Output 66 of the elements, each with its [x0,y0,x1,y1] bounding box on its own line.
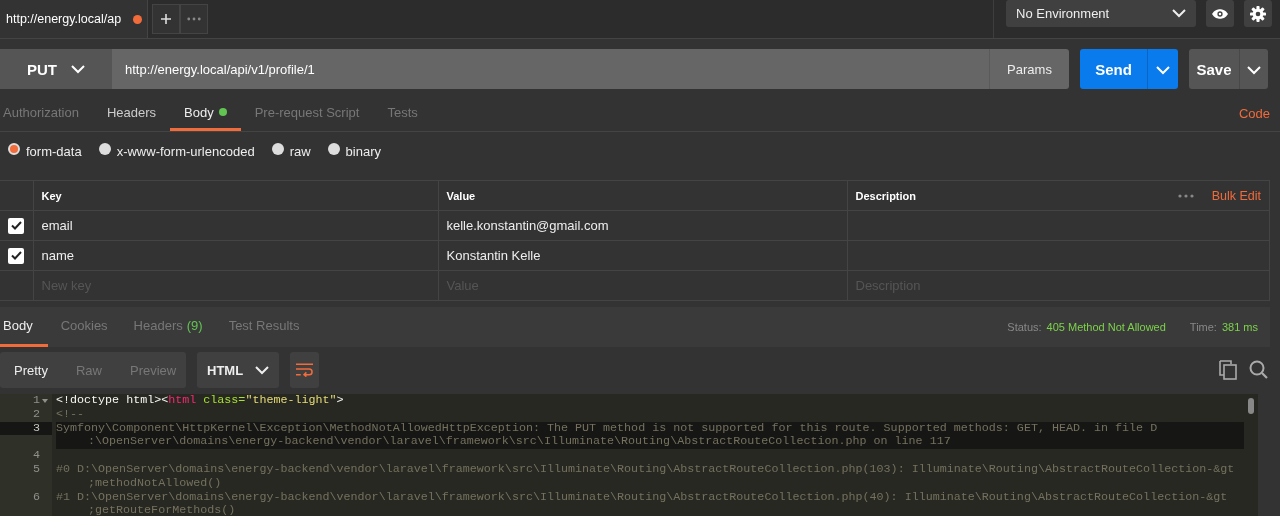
status-value: 405 Method Not Allowed [1046,321,1166,333]
plus-icon [161,14,171,24]
code-line: #0 D:\OpenServer\domains\energy-backend\vendor\laravel\framework\src\Illuminate\Routing\AbstractRouteCollection.php(103): Illuminate\Routing\AbstractRouteCollection-&gt [56,463,1235,477]
search-icon[interactable] [1249,360,1268,379]
body-type-radio[interactable]: form-data [8,143,82,159]
line-number: 5 [32,463,41,477]
chevron-down-icon [1172,9,1186,18]
row-checkbox[interactable] [8,247,24,264]
code-line: ;methodNotAllowed() [88,475,222,490]
wrap-lines-button[interactable] [290,352,320,388]
format-dropdown[interactable]: HTML [197,352,280,388]
code-line: Symfony\Component\HttpKernel\Exception\MethodNotAllowedHttpException: The PUT method is not supported for this route. Supported methods: GET, HEAD. in file D [56,421,1158,436]
line-number: 3 [0,421,52,436]
url-field[interactable]: http://energy.local/api/v1/profile/1 [112,49,989,89]
copy-icon[interactable] [1219,360,1237,380]
params-button[interactable]: Params [989,49,1069,89]
value-cell[interactable]: kelle.konstantin@gmail.com [438,210,847,241]
save-button[interactable]: Save [1189,49,1239,89]
new-tab-button[interactable] [152,4,180,34]
chevron-down-icon [1156,65,1170,75]
method-dropdown[interactable]: PUT [0,49,112,89]
request-section-tab[interactable]: Headers [92,96,171,131]
status-label: Status: [1007,321,1042,333]
send-button[interactable]: Send [1080,49,1147,89]
eye-icon [1212,7,1228,20]
request-tab[interactable]: http://energy.local/ap [0,0,148,38]
settings-icon [1250,4,1266,23]
chevron-down-icon [71,64,85,74]
line-number: 1 [0,394,52,408]
code-line: <!-- [56,407,85,422]
code-link[interactable]: Code [1238,106,1270,121]
code-line: <!doctype html><html class="theme-light"> [56,394,344,408]
environment-dropdown[interactable]: No Environment [1006,0,1196,27]
more-icon [187,17,201,21]
key-cell[interactable]: email [33,210,438,241]
line-number: 4 [32,449,41,463]
column-header: Key [33,180,438,211]
more-icon[interactable] [1177,193,1194,198]
value-cell[interactable]: Konstantin Kelle [438,240,847,271]
response-tab[interactable]: Headers (9) [120,307,216,347]
save-options-button[interactable] [1239,49,1268,89]
line-number: 6 [32,490,41,505]
chevron-down-icon [255,365,270,375]
key-cell[interactable]: name [33,240,438,271]
time-value: 381 ms [1221,321,1258,333]
request-section-tab[interactable]: Body [170,96,241,131]
response-tab[interactable]: Body [0,307,48,347]
body-type-radio[interactable]: raw [271,143,311,159]
body-type-radio[interactable]: binary [327,143,381,159]
chevron-down-icon [1247,65,1261,75]
code-line: :\OpenServer\domains\energy-backend\vendor\laravel\framework\src\Illuminate\Routing\AbstractRouteCollection.php on line 117 [88,434,951,449]
time-label: Time: [1189,321,1217,333]
body-type-radio[interactable]: x-www-form-urlencoded [98,143,255,159]
bulk-edit-link[interactable]: Bulk Edit [1211,188,1261,203]
row-checkbox[interactable] [8,217,24,234]
column-header: Description [855,189,916,202]
scrollbar-thumb[interactable] [1248,398,1254,414]
send-options-button[interactable] [1147,49,1178,89]
code-line: #1 D:\OpenServer\domains\energy-backend\vendor\laravel\framework\src\Illuminate\Routing\AbstractRouteCollection.php(40): Illuminate\Routing\AbstractRouteCollection-&gt [56,490,1228,505]
fold-arrow-icon[interactable] [42,398,48,403]
environment-quick-look-button[interactable] [1206,0,1234,27]
line-number: 2 [32,407,41,422]
view-mode-tab[interactable]: Pretty [0,352,62,388]
column-header: Value [438,180,847,211]
code-line: ;getRouteForMethods() [88,503,236,516]
settings-button[interactable] [1244,0,1272,27]
